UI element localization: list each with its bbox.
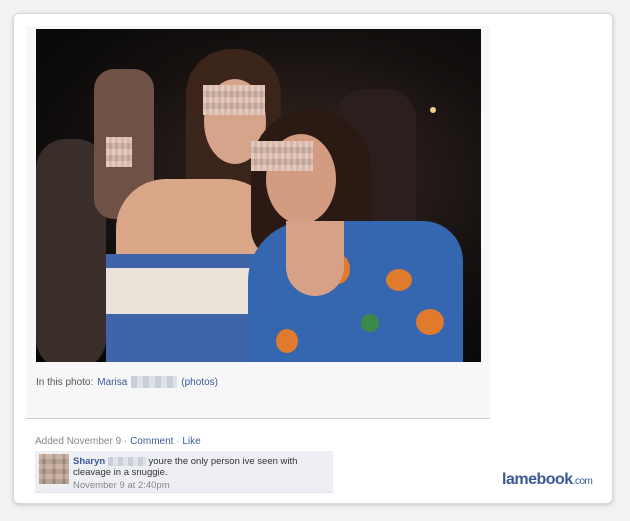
comment: Sharyn youre the only person ive seen wi… (35, 451, 333, 493)
snuggie-pattern (386, 269, 412, 291)
logo-suffix: .com (572, 476, 593, 487)
tags-label: In this photo: (36, 376, 94, 388)
separator: · (123, 436, 128, 447)
photo-tags: In this photo: Marisa (photos) (36, 376, 218, 388)
dress-stripe (106, 254, 256, 268)
tagged-photos-link[interactable]: (photos) (181, 377, 218, 388)
comment-link[interactable]: Comment (130, 436, 173, 447)
comment-body: Sharyn youre the only person ive seen wi… (73, 456, 327, 491)
light-spot (430, 107, 436, 113)
face-blur (106, 137, 132, 167)
logo-brand: lamebook (502, 471, 573, 488)
divider (26, 418, 490, 419)
post-meta: Added November 9 · Comment · Like (35, 436, 201, 447)
lamebook-logo: lamebook.com (502, 471, 593, 489)
face-blur (203, 85, 265, 115)
snuggie-pattern (416, 309, 444, 335)
separator: · (176, 436, 180, 447)
comment-author-link[interactable]: Sharyn (73, 456, 105, 467)
redacted-surname (131, 376, 178, 388)
dress-stripe (106, 314, 256, 362)
tagged-photo[interactable] (36, 29, 481, 362)
snuggie-pattern (276, 329, 298, 353)
snuggie-pattern (361, 314, 379, 332)
avatar[interactable] (39, 454, 69, 484)
face-blur (251, 141, 313, 171)
like-link[interactable]: Like (182, 436, 200, 447)
tagged-person-link[interactable]: Marisa (97, 377, 127, 388)
comment-text: youre the only person ive seen with clea… (73, 456, 298, 478)
added-date: Added November 9 (35, 436, 122, 447)
redacted-surname (107, 456, 146, 466)
person-neck (286, 221, 344, 296)
comment-timestamp: November 9 at 2:40pm (73, 480, 170, 491)
